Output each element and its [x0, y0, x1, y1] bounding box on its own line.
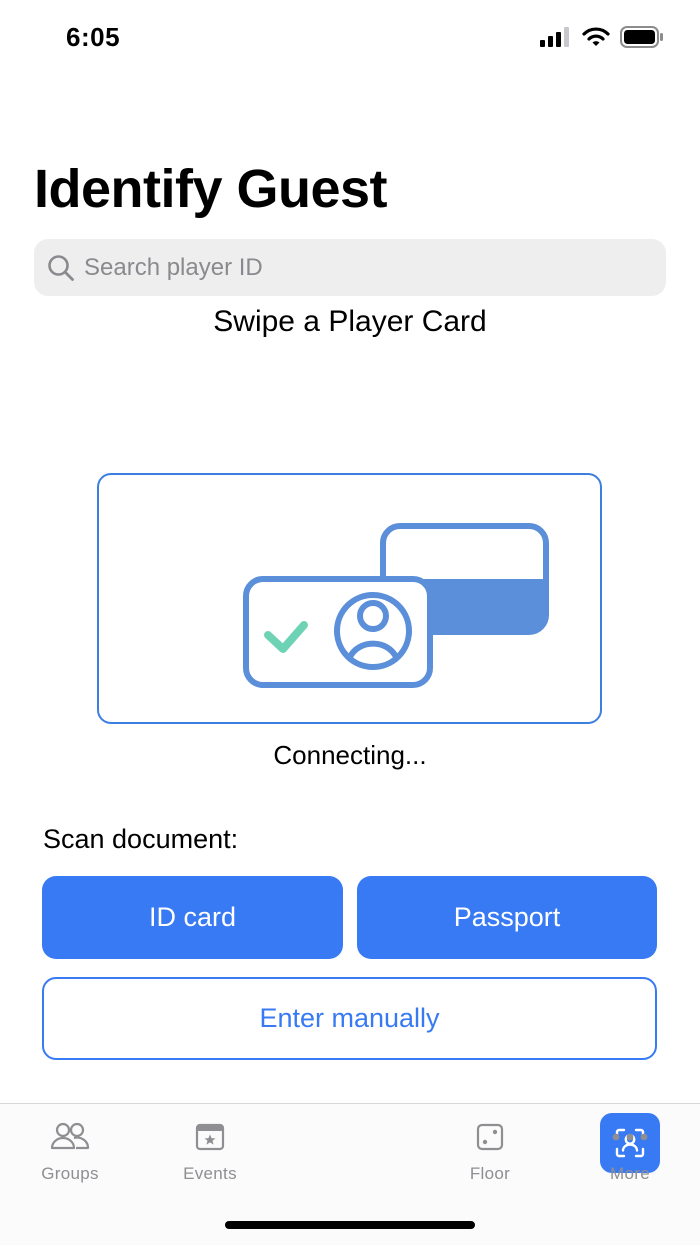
swipe-heading: Swipe a Player Card — [213, 305, 487, 338]
tab-label: Floor — [469, 1164, 511, 1183]
battery-icon — [620, 26, 663, 48]
home-indicator — [225, 1221, 475, 1229]
more-icon — [610, 1120, 650, 1154]
tab-label: More — [610, 1164, 650, 1183]
dice-icon — [475, 1120, 505, 1154]
tab-identify-guest[interactable] — [280, 1104, 660, 1204]
passport-button[interactable]: Passport — [357, 876, 657, 959]
tab-groups[interactable]: Groups — [0, 1104, 140, 1204]
search-bar[interactable] — [34, 239, 666, 296]
player-card-illustration — [243, 523, 549, 688]
wifi-icon — [582, 27, 610, 46]
tab-label: Events — [183, 1164, 237, 1183]
enter-manually-button[interactable]: Enter manually — [42, 977, 657, 1060]
status-icons — [540, 26, 664, 48]
tab-floor[interactable]: Floor — [420, 1104, 560, 1204]
page-title: Identify Guest — [34, 159, 388, 219]
tab-more[interactable]: More — [560, 1104, 700, 1204]
tab-events[interactable]: Events — [140, 1104, 280, 1204]
tab-label: Groups — [41, 1164, 99, 1183]
groups-icon — [50, 1120, 90, 1154]
status-bar: 6:05 — [0, 0, 700, 80]
events-icon — [195, 1120, 225, 1154]
search-icon — [46, 253, 76, 283]
cellular-signal-icon — [540, 27, 569, 47]
scan-document-label: Scan document: — [43, 824, 239, 854]
status-time: 6:05 — [66, 22, 121, 52]
search-input[interactable] — [82, 252, 646, 283]
card-reader-panel — [97, 473, 602, 724]
connection-status: Connecting... — [273, 740, 427, 770]
id-card-button[interactable]: ID card — [42, 876, 343, 959]
